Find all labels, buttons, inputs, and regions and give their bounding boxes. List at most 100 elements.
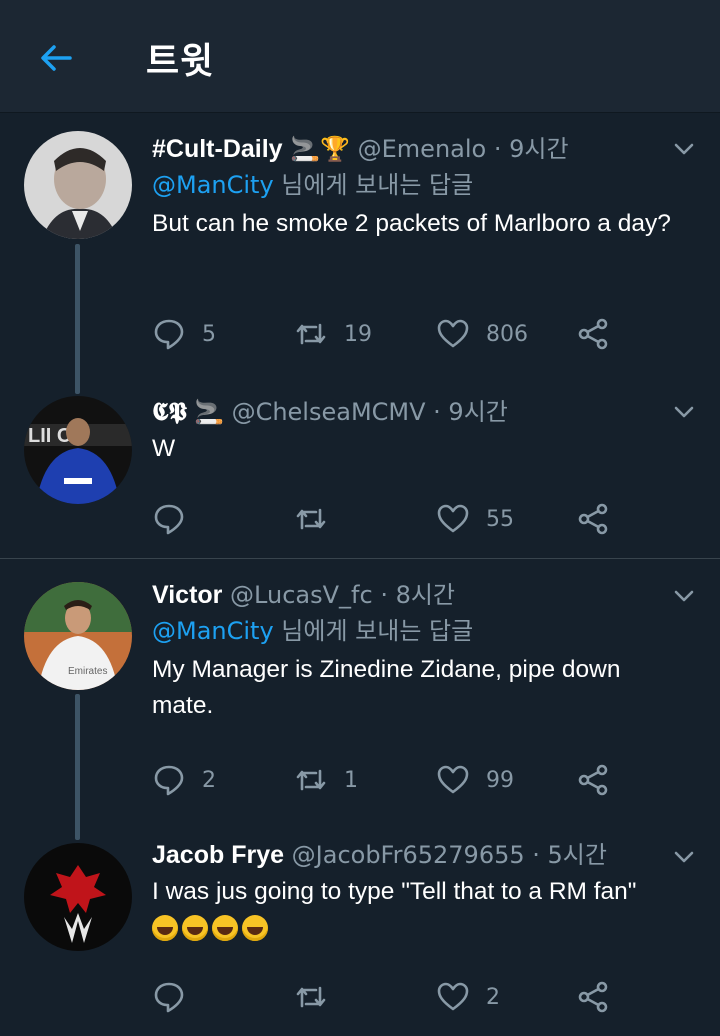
- user-handle[interactable]: @JacobFr65279655: [292, 841, 525, 869]
- share-button[interactable]: [576, 499, 610, 539]
- like-icon: [436, 502, 470, 536]
- top-bar: 트윗: [0, 0, 720, 113]
- tweet-header: Victor @LucasV_fc · 8시간: [152, 580, 690, 610]
- tweet-actions: 5 19 806: [152, 314, 632, 354]
- tweet-text-body: I was jus going to type "Tell that to a …: [152, 878, 637, 905]
- tweet-header: Jacob Frye @JacobFr65279655 · 5시간: [152, 840, 690, 870]
- reply-icon: [152, 980, 186, 1014]
- like-button[interactable]: 806: [436, 314, 528, 354]
- svg-text:LII C: LII C: [28, 425, 71, 447]
- tweet-actions: 2: [152, 977, 632, 1017]
- tweet-content[interactable]: Jacob Frye @JacobFr65279655 · 5시간 I was …: [152, 840, 690, 947]
- tweet-actions: 2 1 99: [152, 760, 632, 800]
- mention-link[interactable]: @ManCity: [152, 617, 274, 645]
- like-count: 806: [486, 321, 528, 347]
- retweet-icon: [294, 980, 328, 1014]
- retweet-button[interactable]: [294, 977, 328, 1017]
- reply-icon: [152, 502, 186, 536]
- like-button[interactable]: 99: [436, 760, 514, 800]
- user-handle[interactable]: @LucasV_fc: [230, 581, 373, 609]
- tweet-header: #Cult-Daily 🚬🏆 @Emenalo · 9시간: [152, 134, 690, 164]
- timestamp[interactable]: 5시간: [548, 841, 607, 869]
- share-button[interactable]: [576, 977, 610, 1017]
- like-button[interactable]: 55: [436, 499, 514, 539]
- timestamp[interactable]: 9시간: [448, 398, 507, 426]
- share-icon: [576, 763, 610, 797]
- name-emoji: 🚬: [194, 398, 224, 426]
- share-icon: [576, 502, 610, 536]
- reply-label: 님에게 보내는 답글: [273, 617, 474, 645]
- thread-line: [75, 244, 80, 394]
- share-icon: [576, 980, 610, 1014]
- separator: ·: [425, 398, 449, 426]
- laughing-emoji-icon: [152, 915, 178, 941]
- display-name[interactable]: Victor: [152, 581, 222, 609]
- user-handle[interactable]: @Emenalo: [358, 135, 487, 163]
- back-arrow-icon[interactable]: [36, 38, 76, 78]
- retweet-count: 19: [344, 321, 372, 347]
- reply-icon: [152, 317, 186, 351]
- chevron-down-icon[interactable]: [672, 137, 696, 161]
- chevron-down-icon[interactable]: [672, 584, 696, 608]
- laughing-emoji-icon: [242, 915, 268, 941]
- chevron-down-icon[interactable]: [672, 400, 696, 424]
- timestamp[interactable]: 9시간: [509, 135, 568, 163]
- avatar[interactable]: Emirates: [24, 582, 132, 690]
- tweet-text: W: [152, 435, 176, 462]
- retweet-button[interactable]: 19: [294, 314, 372, 354]
- like-count: 2: [486, 984, 500, 1010]
- tweet-text: My Manager is Zinedine Zidane, pipe down…: [152, 656, 621, 719]
- retweet-icon: [294, 317, 328, 351]
- display-name[interactable]: #Cult-Daily: [152, 135, 283, 163]
- separator: ·: [486, 135, 510, 163]
- reply-button[interactable]: 2: [152, 760, 216, 800]
- like-count: 99: [486, 767, 514, 793]
- reply-button[interactable]: [152, 977, 186, 1017]
- share-button[interactable]: [576, 760, 610, 800]
- retweet-button[interactable]: 1: [294, 760, 358, 800]
- share-button[interactable]: [576, 314, 610, 354]
- avatar[interactable]: [24, 843, 132, 951]
- svg-text:Emirates: Emirates: [68, 666, 107, 677]
- separator: ·: [524, 841, 548, 869]
- mention-link[interactable]: @ManCity: [152, 171, 274, 199]
- retweet-icon: [294, 502, 328, 536]
- like-button[interactable]: 2: [436, 977, 500, 1017]
- laughing-emoji-icon: [212, 915, 238, 941]
- tweet-content[interactable]: #Cult-Daily 🚬🏆 @Emenalo · 9시간 @ManCity 님…: [152, 134, 690, 242]
- user-handle[interactable]: @ChelseaMCMV: [232, 398, 426, 426]
- reply-context: @ManCity 님에게 보내는 답글: [152, 168, 690, 202]
- reply-context: @ManCity 님에게 보내는 답글: [152, 614, 690, 648]
- tweet-text: I was jus going to type "Tell that to a …: [152, 874, 692, 947]
- retweet-button[interactable]: [294, 499, 328, 539]
- separator: ·: [372, 581, 396, 609]
- like-icon: [436, 763, 470, 797]
- reply-button[interactable]: 5: [152, 314, 216, 354]
- share-icon: [576, 317, 610, 351]
- tweet-header: 𝕮𝕻 🚬 @ChelseaMCMV · 9시간: [152, 397, 690, 427]
- thread-line: [75, 694, 80, 840]
- tweet-text: But can he smoke 2 packets of Marlboro a…: [152, 210, 671, 237]
- display-name[interactable]: 𝕮𝕻: [152, 398, 186, 426]
- name-emoji: 🚬🏆: [290, 135, 350, 163]
- tweet-content[interactable]: 𝕮𝕻 🚬 @ChelseaMCMV · 9시간 W: [152, 397, 690, 467]
- divider: [0, 558, 720, 559]
- like-icon: [436, 980, 470, 1014]
- avatar[interactable]: LII C: [24, 396, 132, 504]
- display-name[interactable]: Jacob Frye: [152, 841, 284, 869]
- timestamp[interactable]: 8시간: [396, 581, 455, 609]
- tweet-actions: 55: [152, 499, 632, 539]
- page-title: 트윗: [146, 41, 215, 82]
- chevron-down-icon[interactable]: [672, 845, 696, 869]
- laughing-emoji-icon: [182, 915, 208, 941]
- like-count: 55: [486, 506, 514, 532]
- retweet-count: 1: [344, 767, 358, 793]
- retweet-icon: [294, 763, 328, 797]
- reply-label: 님에게 보내는 답글: [273, 171, 474, 199]
- reply-icon: [152, 763, 186, 797]
- reply-count: 2: [202, 767, 216, 793]
- tweet-content[interactable]: Victor @LucasV_fc · 8시간 @ManCity 님에게 보내는…: [152, 580, 690, 724]
- reply-button[interactable]: [152, 499, 186, 539]
- avatar[interactable]: [24, 131, 132, 239]
- like-icon: [436, 317, 470, 351]
